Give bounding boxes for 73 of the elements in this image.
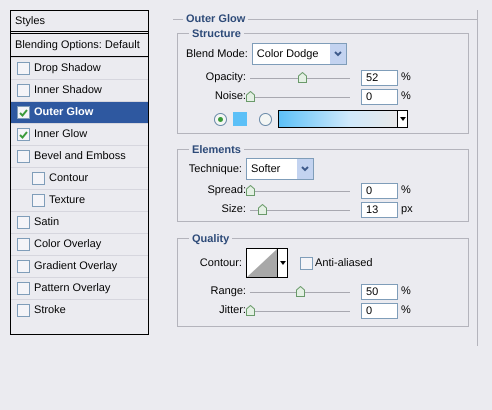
group-title: Quality xyxy=(191,232,230,246)
style-item[interactable]: Outer Glow xyxy=(11,101,148,123)
unit-label: % xyxy=(401,89,411,104)
section-title: Outer Glow xyxy=(185,12,246,27)
contour-label: Contour: xyxy=(198,256,243,271)
unit-label: % xyxy=(401,70,411,86)
style-item[interactable]: Drop Shadow xyxy=(11,57,148,79)
value-field[interactable]: 13 xyxy=(361,202,398,218)
checkbox[interactable] xyxy=(17,106,30,119)
style-item[interactable]: Gradient Overlay xyxy=(11,255,148,277)
blend-mode-label: Blend Mode: xyxy=(185,46,248,62)
checkbox[interactable] xyxy=(300,256,313,270)
style-item[interactable]: Contour xyxy=(11,167,148,189)
dropdown[interactable]: Color Dodge xyxy=(252,43,347,65)
style-item[interactable]: Bevel and Emboss xyxy=(11,145,148,167)
value-field[interactable]: 0 xyxy=(361,302,398,318)
style-item[interactable]: Satin xyxy=(11,211,148,233)
slider-thumb[interactable] xyxy=(246,305,255,316)
slider-label: Size: xyxy=(220,202,247,218)
checkbox[interactable] xyxy=(17,84,30,97)
group-title: Elements xyxy=(191,142,242,158)
slider-thumb[interactable] xyxy=(246,91,255,102)
group-title: Structure xyxy=(191,26,242,42)
checkbox[interactable] xyxy=(17,304,30,317)
dropdown-arrow-icon xyxy=(277,249,287,277)
checkbox[interactable] xyxy=(17,62,30,75)
slider-track[interactable] xyxy=(250,204,350,215)
value-field[interactable]: 52 xyxy=(361,70,398,86)
unit-label: % xyxy=(401,284,411,300)
slider-label: Opacity: xyxy=(204,70,247,86)
checkbox[interactable] xyxy=(17,128,30,141)
radio-button[interactable] xyxy=(259,112,272,126)
panel-title: Styles xyxy=(11,11,148,34)
slider-label: Range: xyxy=(210,284,247,300)
value-field[interactable]: 0 xyxy=(361,182,398,198)
value-field[interactable]: 50 xyxy=(361,284,398,300)
contour-curve-icon xyxy=(247,249,277,277)
style-item[interactable]: Color Overlay xyxy=(11,233,148,255)
checkbox[interactable] xyxy=(17,260,30,273)
color-swatch[interactable] xyxy=(233,112,247,126)
slider-thumb[interactable] xyxy=(298,72,307,83)
blending-options-item[interactable]: Blending Options: Default xyxy=(11,34,148,57)
dropdown-arrow-icon xyxy=(397,111,407,127)
anti-aliased-label: Anti-aliased xyxy=(315,256,372,271)
slider-label: Spread: xyxy=(206,183,247,198)
checkmark-icon xyxy=(19,108,28,116)
checkbox[interactable] xyxy=(17,216,30,229)
slider-thumb[interactable] xyxy=(258,204,267,215)
unit-label: px xyxy=(401,202,413,218)
gradient-picker[interactable] xyxy=(278,110,408,128)
slider-label: Jitter: xyxy=(218,303,247,318)
slider-thumb[interactable] xyxy=(246,185,255,196)
technique-label: Technique: xyxy=(188,162,242,177)
unit-label: % xyxy=(401,303,411,318)
checkbox[interactable] xyxy=(17,282,30,295)
slider-thumb[interactable] xyxy=(296,286,305,297)
slider-track[interactable] xyxy=(250,72,350,83)
slider-track[interactable] xyxy=(250,286,350,297)
radio-button[interactable] xyxy=(214,112,227,126)
slider-label: Noise: xyxy=(214,89,247,104)
value-field[interactable]: 0 xyxy=(361,88,398,104)
contour-picker[interactable] xyxy=(246,248,288,278)
checkbox[interactable] xyxy=(17,150,30,163)
dropdown[interactable]: Softer xyxy=(246,158,314,180)
unit-label: % xyxy=(401,183,411,198)
style-item[interactable]: Texture xyxy=(11,189,148,211)
style-item[interactable]: Stroke xyxy=(11,299,148,321)
style-item[interactable]: Inner Glow xyxy=(11,123,148,145)
checkmark-icon xyxy=(19,130,28,138)
checkbox[interactable] xyxy=(32,172,45,185)
checkbox[interactable] xyxy=(32,194,45,207)
checkbox[interactable] xyxy=(17,238,30,251)
style-item[interactable]: Pattern Overlay xyxy=(11,277,148,299)
